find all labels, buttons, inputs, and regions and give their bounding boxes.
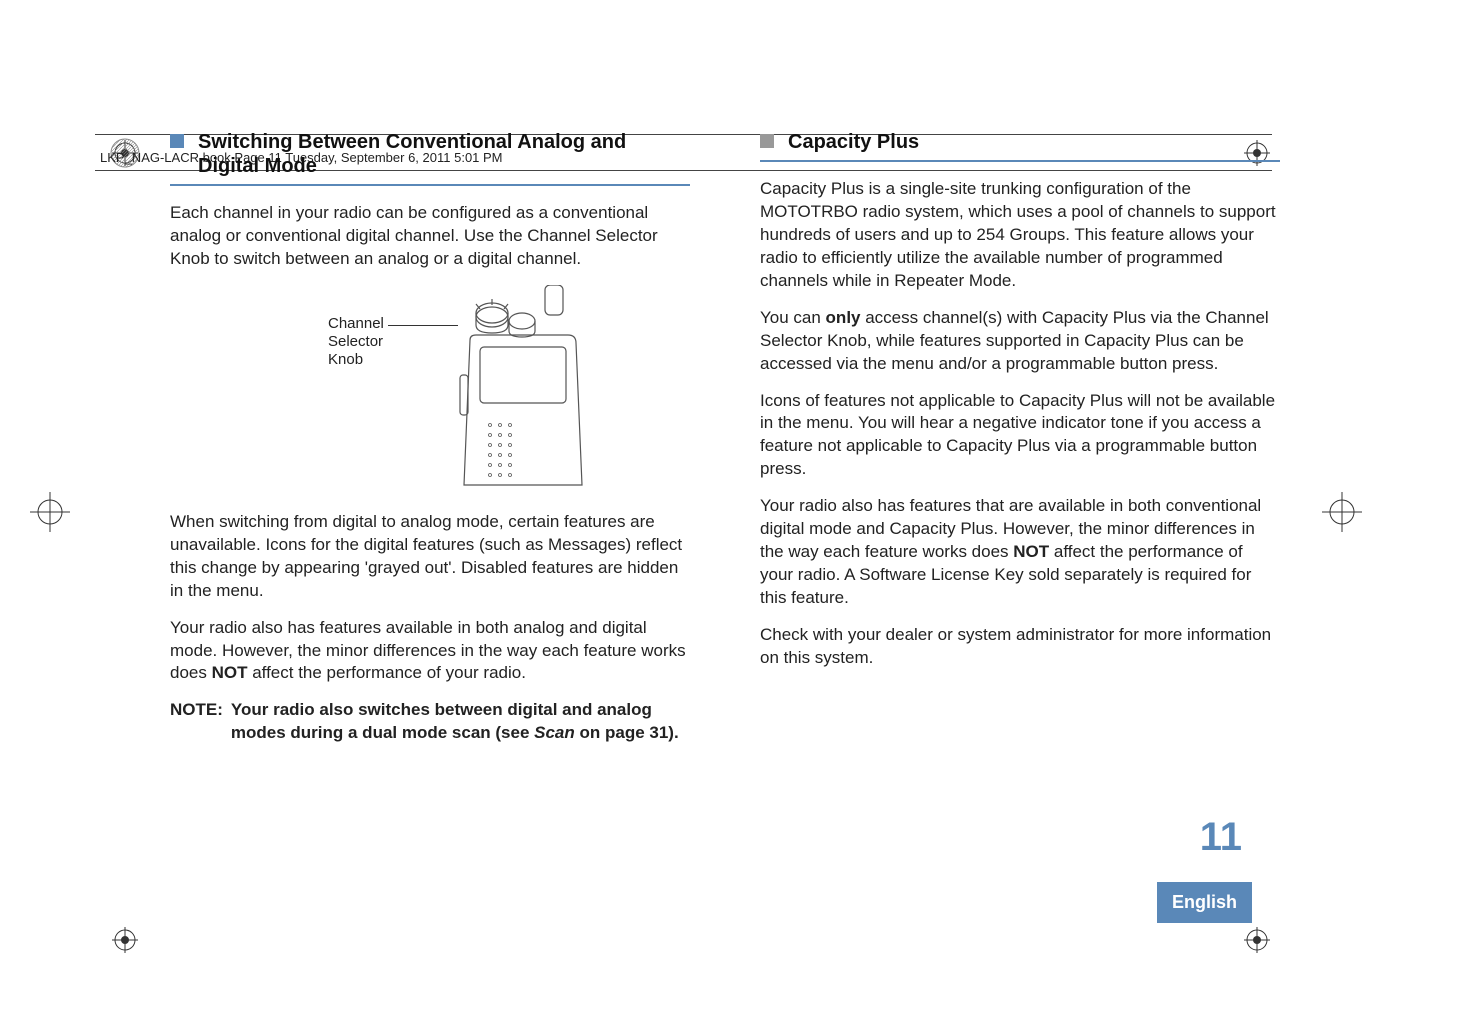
paragraph: Each channel in your radio can be config… bbox=[170, 202, 690, 271]
section-bullet-icon bbox=[760, 134, 774, 148]
figure-label-line: Selector bbox=[328, 333, 383, 350]
text-run: affect the performance of your radio. bbox=[247, 663, 525, 682]
section-heading-left: Switching Between Conventional Analog an… bbox=[170, 130, 690, 178]
crop-mark-bl bbox=[112, 927, 138, 953]
cross-ref-scan: Scan bbox=[534, 723, 575, 742]
section-heading-right: Capacity Plus bbox=[760, 130, 1280, 154]
channel-selector-figure: Channel Selector Knob bbox=[170, 285, 690, 495]
language-tab: English bbox=[1157, 882, 1252, 923]
page-footer-box: 11 English bbox=[1157, 809, 1252, 937]
text-emphasis-not: NOT bbox=[1013, 542, 1049, 561]
paragraph: Check with your dealer or system adminis… bbox=[760, 624, 1280, 670]
figure-label-line: Channel bbox=[328, 315, 384, 332]
text-emphasis-only: only bbox=[826, 308, 861, 327]
paragraph: Capacity Plus is a single-site trunking … bbox=[760, 178, 1280, 293]
figure-label: Channel Selector Knob bbox=[328, 315, 384, 369]
note-block: NOTE: Your radio also switches between d… bbox=[170, 699, 690, 745]
page-number: 11 bbox=[1157, 809, 1252, 860]
right-column: Capacity Plus Capacity Plus is a single-… bbox=[760, 130, 1280, 745]
paragraph: Icons of features not applicable to Capa… bbox=[760, 390, 1280, 482]
note-body: Your radio also switches between digital… bbox=[231, 699, 690, 745]
paragraph: Your radio also has features that are av… bbox=[760, 495, 1280, 610]
figure-label-line: Knob bbox=[328, 351, 363, 368]
crop-mark-left bbox=[30, 492, 70, 532]
radio-illustration bbox=[450, 285, 600, 495]
crop-mark-right bbox=[1322, 492, 1362, 532]
note-label: NOTE: bbox=[170, 699, 223, 745]
left-column: Switching Between Conventional Analog an… bbox=[170, 130, 690, 745]
heading-switching-modes: Switching Between Conventional Analog an… bbox=[198, 130, 690, 178]
heading-capacity-plus: Capacity Plus bbox=[788, 130, 919, 154]
paragraph: When switching from digital to analog mo… bbox=[170, 511, 690, 603]
text-emphasis-not: NOT bbox=[212, 663, 248, 682]
section-bullet-icon bbox=[170, 134, 184, 148]
text-run: You can bbox=[760, 308, 826, 327]
figure-pointer-line bbox=[388, 325, 458, 326]
heading-rule bbox=[760, 160, 1280, 162]
paragraph: You can only access channel(s) with Capa… bbox=[760, 307, 1280, 376]
text-run: on page 31). bbox=[575, 723, 679, 742]
paragraph: Your radio also has features available i… bbox=[170, 617, 690, 686]
heading-rule bbox=[170, 184, 690, 186]
